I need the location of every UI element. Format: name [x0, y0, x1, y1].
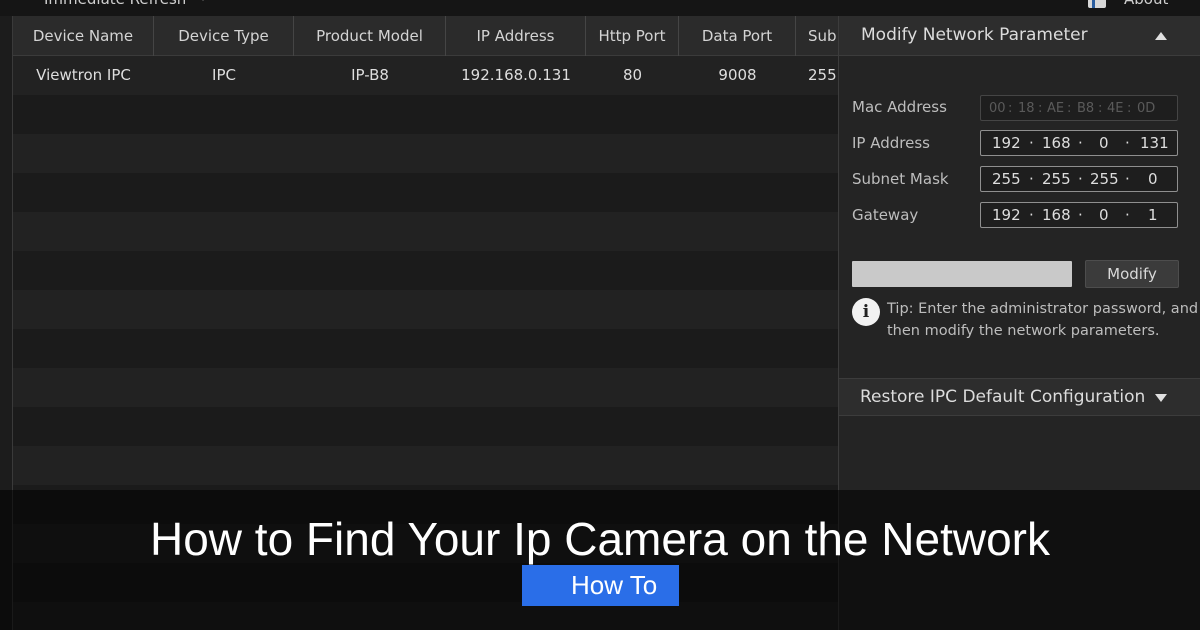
table-row [13, 212, 840, 251]
ip-address-field[interactable]: 192 · 168 · 0 · 131 [980, 130, 1178, 156]
top-toolbar: Immediate Refresh ▾ About [0, 0, 1200, 16]
table-cell: IP-B8 [351, 66, 389, 84]
about-button[interactable]: About [1124, 0, 1168, 8]
column-header[interactable]: Device Type [154, 16, 294, 56]
table-row [13, 251, 840, 290]
category-badge[interactable]: How To [522, 565, 679, 606]
table-cell: 255. [808, 66, 840, 84]
subnet-mask-label: Subnet Mask [852, 170, 949, 188]
column-header[interactable]: Product Model [294, 16, 446, 56]
table-row [13, 290, 840, 329]
column-header[interactable]: Device Name [13, 16, 154, 56]
table-row [13, 329, 840, 368]
column-header[interactable]: Data Port [679, 16, 796, 56]
table-row [13, 407, 840, 446]
gateway-field[interactable]: 192 · 168 · 0 · 1 [980, 202, 1178, 228]
modify-button[interactable]: Modify [1085, 260, 1179, 288]
immediate-refresh-button[interactable]: Immediate Refresh [44, 0, 186, 8]
table-row [13, 134, 840, 173]
table-cell: IPC [212, 66, 236, 84]
tip-text: Tip: Enter the administrator password, a… [887, 301, 1199, 339]
mac-address-field: 00 : 18 : AE : B8 : 4E : 0D [980, 95, 1178, 121]
gateway-label: Gateway [852, 206, 919, 224]
panel-header[interactable]: Modify Network Parameter [839, 16, 1200, 56]
table-cell: 192.168.0.131 [461, 66, 571, 84]
restore-default-label: Restore IPC Default Configuration [860, 387, 1146, 407]
collapse-up-icon[interactable] [1155, 32, 1167, 40]
table-cell: Viewtron IPC [36, 66, 131, 84]
about-icon[interactable] [1088, 0, 1106, 8]
subnet-mask-field[interactable]: 255 · 255 · 255 · 0 [980, 166, 1178, 192]
table-row [13, 95, 840, 134]
table-row [13, 368, 840, 407]
ip-address-label: IP Address [852, 134, 930, 152]
column-header[interactable]: IP Address [446, 16, 586, 56]
table-header: Device Name Device Type Product Model IP… [13, 16, 840, 56]
password-input[interactable] [852, 261, 1072, 287]
table-cell: 80 [622, 66, 643, 84]
table-row [13, 173, 840, 212]
chevron-down-icon[interactable]: ▾ [200, 0, 206, 4]
article-headline: How to Find Your Ip Camera on the Networ… [149, 513, 1050, 565]
column-header[interactable]: Sub [796, 16, 840, 56]
category-label: How To [571, 570, 658, 600]
info-icon: i [852, 298, 880, 326]
table-cell: 9008 [718, 66, 757, 84]
restore-default-section[interactable]: Restore IPC Default Configuration [839, 378, 1200, 416]
table-row[interactable]: Viewtron IPC IPC IP-B8 192.168.0.131 80 … [13, 56, 840, 95]
mac-address-label: Mac Address [852, 98, 947, 116]
panel-title: Modify Network Parameter [861, 25, 1088, 45]
table-row [13, 446, 840, 485]
expand-down-icon[interactable] [1155, 394, 1167, 402]
column-header[interactable]: Http Port [586, 16, 679, 56]
